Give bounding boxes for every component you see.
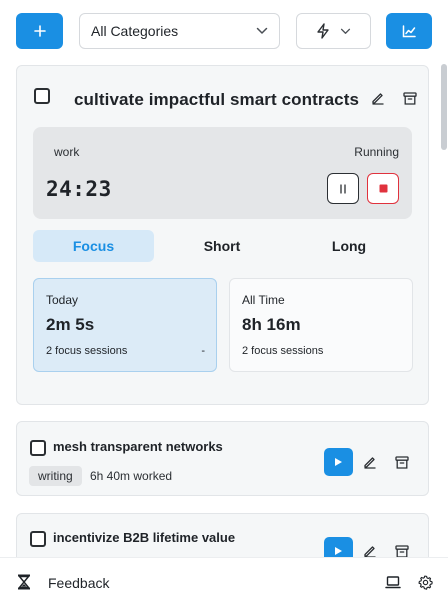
archive-icon xyxy=(403,91,417,105)
task-checkbox[interactable] xyxy=(30,440,46,456)
task-tag: writing xyxy=(29,466,82,486)
start-button[interactable] xyxy=(324,448,353,476)
category-select[interactable]: All Categories xyxy=(79,13,280,49)
timer-time: 24:23 xyxy=(46,177,112,201)
archive-icon xyxy=(395,455,409,469)
edit-button[interactable] xyxy=(369,89,387,107)
category-select-value: All Categories xyxy=(91,23,179,39)
stat-extra: - xyxy=(201,345,205,357)
timer-tag: work xyxy=(54,145,80,159)
active-task-card: cultivate impactful smart contracts work… xyxy=(16,65,429,405)
task-card: incentivize B2B lifetime value xyxy=(16,513,429,557)
chevron-down-icon xyxy=(256,27,268,34)
stat-label: All Time xyxy=(242,293,285,307)
pause-icon xyxy=(340,183,346,194)
start-button[interactable] xyxy=(324,537,353,557)
task-list[interactable]: cultivate impactful smart contracts work… xyxy=(0,62,448,557)
task-checkbox[interactable] xyxy=(30,531,46,547)
active-task-title: cultivate impactful smart contracts xyxy=(74,90,360,109)
tab-focus[interactable]: Focus xyxy=(33,230,154,262)
task-title: mesh transparent networks xyxy=(53,439,223,454)
lightning-bolt-icon xyxy=(317,23,329,39)
stat-label: Today xyxy=(46,293,79,307)
edit-button[interactable] xyxy=(361,453,379,471)
pause-button[interactable] xyxy=(327,173,359,204)
laptop-icon[interactable] xyxy=(385,576,401,589)
archive-button[interactable] xyxy=(393,542,411,557)
line-chart-icon xyxy=(402,24,416,37)
stat-card-all-time: All Time 8h 16m 2 focus sessions xyxy=(229,278,413,372)
add-task-button[interactable] xyxy=(16,13,63,49)
task-card: mesh transparent networks writing 6h 40m… xyxy=(16,421,429,496)
archive-button[interactable] xyxy=(401,89,419,107)
stat-value: 8h 16m xyxy=(242,315,301,334)
play-icon xyxy=(335,458,342,466)
task-checkbox[interactable] xyxy=(34,88,50,104)
stop-button[interactable] xyxy=(367,173,399,204)
tab-short[interactable]: Short xyxy=(159,230,285,262)
stat-value: 2m 5s xyxy=(46,315,95,334)
task-title: incentivize B2B lifetime value xyxy=(53,530,236,545)
pencil-icon xyxy=(372,93,384,105)
filter-select[interactable] xyxy=(296,13,371,49)
archive-icon xyxy=(395,544,409,557)
stats-button[interactable] xyxy=(386,13,432,49)
timer-status: Running xyxy=(354,145,399,159)
plus-icon xyxy=(33,25,46,37)
feedback-link[interactable]: Feedback xyxy=(48,575,109,591)
edit-button[interactable] xyxy=(361,542,379,557)
mode-tabs: Focus Short Long xyxy=(33,230,412,262)
chevron-down-icon xyxy=(340,28,351,34)
pencil-icon xyxy=(364,457,376,469)
gear-icon[interactable] xyxy=(418,575,433,590)
toolbar: All Categories xyxy=(16,13,432,49)
task-worked: 6h 40m worked xyxy=(90,469,173,483)
timer-panel: work Running 24:23 xyxy=(33,127,412,219)
play-icon xyxy=(335,547,342,555)
pencil-icon xyxy=(364,546,376,557)
hourglass-icon xyxy=(18,574,30,590)
stat-card-today: Today 2m 5s 2 focus sessions - xyxy=(33,278,217,372)
stop-icon xyxy=(379,184,387,193)
stat-sessions: 2 focus sessions xyxy=(242,345,324,357)
scrollbar[interactable] xyxy=(441,64,447,150)
archive-button[interactable] xyxy=(393,453,411,471)
tab-long[interactable]: Long xyxy=(286,230,412,262)
stat-sessions: 2 focus sessions xyxy=(46,345,128,357)
footer: Feedback xyxy=(0,557,448,596)
